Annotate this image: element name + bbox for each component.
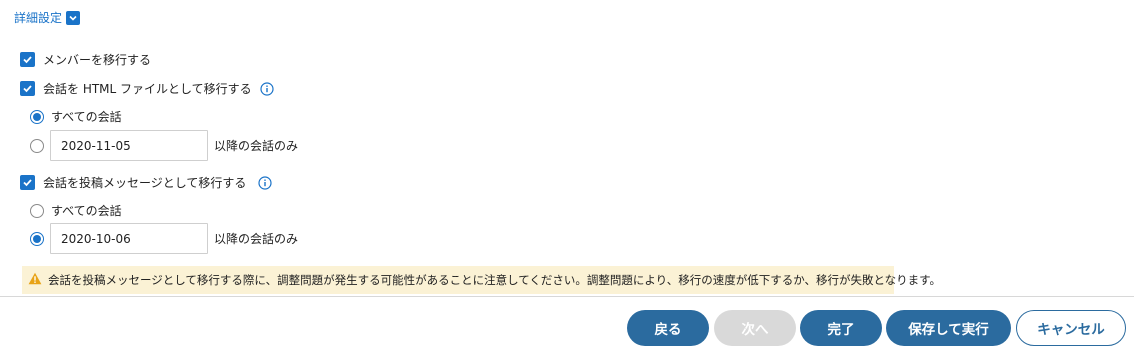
finish-button[interactable]: 完了 bbox=[800, 310, 882, 346]
warning-text: 会話を投稿メッセージとして移行する際に、調整問題が発生する可能性があることに注意… bbox=[48, 273, 941, 287]
html-export-all-radio-row[interactable]: すべての会話 bbox=[20, 108, 122, 125]
throttling-warning: 会話を投稿メッセージとして移行する際に、調整問題が発生する可能性があることに注意… bbox=[22, 266, 941, 294]
warning-icon bbox=[28, 272, 42, 288]
post-messages-date-input[interactable] bbox=[50, 223, 208, 254]
save-and-run-button[interactable]: 保存して実行 bbox=[886, 310, 1011, 346]
advanced-settings-toggle[interactable]: 詳細設定 bbox=[14, 9, 81, 26]
next-button[interactable]: 次へ bbox=[714, 310, 796, 346]
post-messages-label: 会話を投稿メッセージとして移行する bbox=[43, 176, 247, 190]
info-icon[interactable] bbox=[258, 175, 273, 190]
post-messages-option[interactable]: 会話を投稿メッセージとして移行する bbox=[20, 174, 273, 191]
post-messages-all-radio[interactable] bbox=[30, 203, 44, 218]
chevron-down-icon bbox=[66, 10, 81, 25]
info-icon[interactable] bbox=[260, 81, 274, 96]
html-export-label: 会話を HTML ファイルとして移行する bbox=[43, 82, 252, 96]
advanced-settings-title: 詳細設定 bbox=[14, 11, 63, 25]
html-export-since-label: 以降の会話のみ bbox=[214, 139, 299, 153]
html-export-date-input[interactable] bbox=[50, 130, 208, 161]
back-button[interactable]: 戻る bbox=[627, 310, 709, 346]
footer-divider bbox=[0, 296, 1134, 297]
migration-settings-panel: 詳細設定 メンバーを移行する 会話を HTML ファイルとして移行する すべての… bbox=[0, 0, 1134, 355]
post-messages-since-label: 以降の会話のみ bbox=[214, 232, 299, 246]
html-export-all-radio[interactable] bbox=[30, 109, 44, 124]
migrate-members-checkbox[interactable] bbox=[20, 52, 35, 67]
post-messages-all-radio-row[interactable]: すべての会話 bbox=[20, 202, 122, 219]
html-export-option[interactable]: 会話を HTML ファイルとして移行する bbox=[20, 80, 274, 97]
cancel-button[interactable]: キャンセル bbox=[1016, 310, 1126, 346]
post-messages-since-row: 以降の会話のみ bbox=[20, 223, 298, 254]
html-export-checkbox[interactable] bbox=[20, 81, 35, 96]
html-export-since-radio[interactable] bbox=[30, 138, 44, 153]
post-messages-checkbox[interactable] bbox=[20, 175, 35, 190]
migrate-members-label: メンバーを移行する bbox=[43, 53, 152, 67]
post-messages-all-label: すべての会話 bbox=[51, 204, 122, 218]
post-messages-since-radio[interactable] bbox=[30, 231, 44, 246]
html-export-since-row: 以降の会話のみ bbox=[20, 130, 298, 161]
migrate-members-option[interactable]: メンバーを移行する bbox=[20, 51, 151, 68]
html-export-all-label: すべての会話 bbox=[51, 110, 122, 124]
